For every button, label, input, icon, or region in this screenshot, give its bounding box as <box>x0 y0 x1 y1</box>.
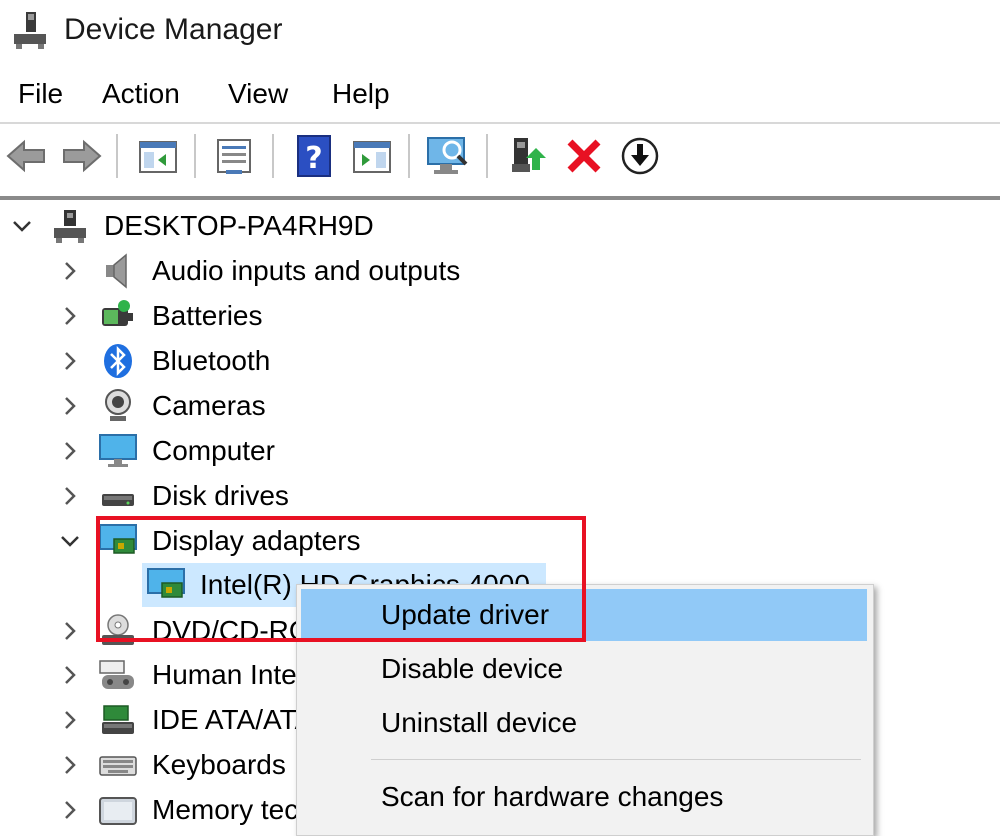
computer-root-icon <box>54 210 86 243</box>
chevron-right-icon[interactable] <box>58 304 82 328</box>
action-pane-icon[interactable] <box>350 134 394 178</box>
menu-action[interactable]: Action <box>102 76 180 112</box>
tree-item-disk-drives[interactable]: Disk drives <box>0 474 1000 518</box>
uninstall-icon[interactable] <box>562 134 606 178</box>
window-title: Device Manager <box>64 13 283 46</box>
context-menu-disable-device[interactable]: Disable device <box>301 643 867 695</box>
chevron-right-icon[interactable] <box>58 484 82 508</box>
chevron-right-icon[interactable] <box>58 663 82 687</box>
toolbar: ? <box>0 126 1000 184</box>
context-menu: Update driver Disable device Uninstall d… <box>296 584 874 836</box>
tree-root-label: DESKTOP-PA4RH9D <box>104 210 374 241</box>
forward-arrow-icon[interactable] <box>60 134 104 178</box>
title-bar: Device Manager <box>0 0 1000 60</box>
battery-icon <box>102 300 133 326</box>
scan-hardware-icon[interactable] <box>426 134 470 178</box>
toolbar-separator <box>272 134 274 178</box>
tree-item-label: Display adapters <box>152 525 361 556</box>
memory-icon <box>99 797 137 825</box>
tree-item-label: Keyboards <box>152 749 286 780</box>
chevron-right-icon[interactable] <box>58 753 82 777</box>
menu-help[interactable]: Help <box>332 76 390 112</box>
tree-item-label: Bluetooth <box>152 345 271 376</box>
chevron-right-icon[interactable] <box>58 439 82 463</box>
tree-item-computer[interactable]: Computer <box>0 429 1000 473</box>
tree-root-row[interactable]: DESKTOP-PA4RH9D <box>0 204 1000 248</box>
properties-icon[interactable] <box>212 134 256 178</box>
hid-icon <box>99 660 134 689</box>
menu-file[interactable]: File <box>18 76 63 112</box>
tree-item-label: Cameras <box>152 390 266 421</box>
toolbar-separator <box>116 134 118 178</box>
context-menu-uninstall-device[interactable]: Uninstall device <box>301 697 867 749</box>
tree-item-label: Audio inputs and outputs <box>152 255 461 286</box>
disable-device-icon[interactable] <box>618 134 662 178</box>
chevron-right-icon[interactable] <box>58 708 82 732</box>
tree-item-display-adapters[interactable]: Display adapters <box>0 519 1000 563</box>
display-adapter-icon <box>99 524 137 554</box>
disk-drive-icon <box>102 494 134 506</box>
monitor-icon <box>99 434 137 467</box>
display-adapter-icon <box>147 568 185 598</box>
menu-bar: File Action View Help <box>0 72 1000 118</box>
dvd-icon <box>102 614 134 645</box>
toolbar-separator <box>408 134 410 178</box>
bluetooth-icon <box>104 344 132 378</box>
webcam-icon <box>105 389 131 421</box>
chevron-right-icon[interactable] <box>58 349 82 373</box>
context-menu-separator <box>371 759 861 760</box>
device-manager-icon <box>14 12 46 49</box>
svg-text:?: ? <box>305 141 322 176</box>
chevron-right-icon[interactable] <box>58 619 82 643</box>
update-driver-icon[interactable] <box>506 134 550 178</box>
context-menu-item-label: Scan for hardware changes <box>381 781 724 812</box>
context-menu-scan-hardware[interactable]: Scan for hardware changes <box>301 771 867 823</box>
context-menu-item-label: Disable device <box>381 653 564 684</box>
chevron-right-icon[interactable] <box>58 394 82 418</box>
context-menu-update-driver[interactable]: Update driver <box>301 589 867 641</box>
context-menu-item-label: Uninstall device <box>381 707 578 738</box>
tree-item-cameras[interactable]: Cameras <box>0 384 1000 428</box>
tree-item-label: Computer <box>152 435 275 466</box>
tree-item-label: Disk drives <box>152 480 289 511</box>
tree-item-label: Batteries <box>152 300 263 331</box>
toolbar-separator <box>194 134 196 178</box>
tree-item-audio[interactable]: Audio inputs and outputs <box>0 249 1000 293</box>
help-icon[interactable]: ? <box>292 134 336 178</box>
back-arrow-icon[interactable] <box>4 134 48 178</box>
speaker-icon <box>106 253 127 289</box>
chevron-down-icon[interactable] <box>10 214 34 238</box>
chevron-right-icon[interactable] <box>58 798 82 822</box>
context-menu-item-label: Update driver <box>381 599 550 630</box>
toolbar-divider <box>0 122 1000 124</box>
chevron-right-icon[interactable] <box>58 259 82 283</box>
show-hide-console-tree-icon[interactable] <box>136 134 180 178</box>
menu-view[interactable]: View <box>228 76 288 112</box>
keyboard-icon <box>99 756 137 776</box>
tree-item-bluetooth[interactable]: Bluetooth <box>0 339 1000 383</box>
toolbar-separator <box>486 134 488 178</box>
chevron-down-icon[interactable] <box>58 529 82 553</box>
ide-controller-icon <box>102 705 134 734</box>
tree-item-batteries[interactable]: Batteries <box>0 294 1000 338</box>
